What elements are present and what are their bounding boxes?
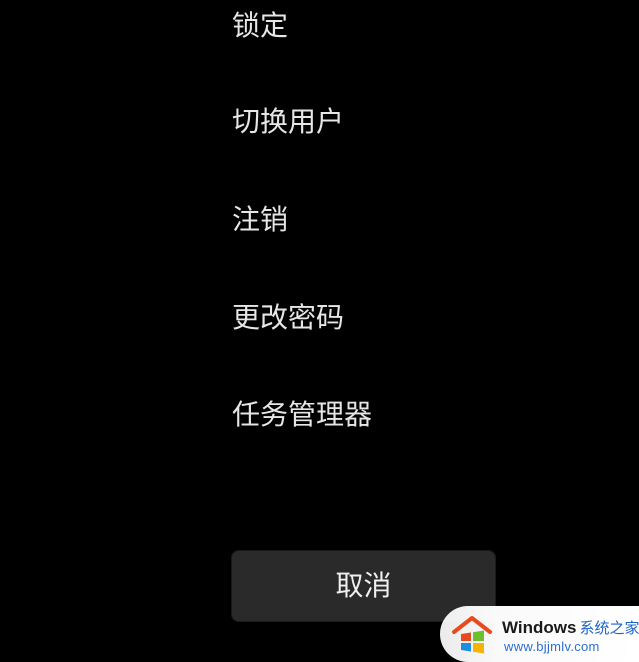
menu-item-change-password[interactable]: 更改密码 xyxy=(232,300,344,336)
menu-item-lock[interactable]: 锁定 xyxy=(232,8,288,44)
watermark-brand: Windows xyxy=(502,618,577,637)
watermark-title: Windows 系统之家 xyxy=(502,617,639,638)
watermark: Windows 系统之家 www.bjjmlv.com xyxy=(440,606,639,662)
watermark-brand-cn: 系统之家 xyxy=(579,619,639,637)
menu-item-task-manager[interactable]: 任务管理器 xyxy=(232,397,372,433)
menu-item-sign-out[interactable]: 注销 xyxy=(232,202,288,238)
menu-item-switch-user[interactable]: 切换用户 xyxy=(232,104,344,140)
watermark-url: www.bjjmlv.com xyxy=(504,639,600,654)
windows-house-logo-icon xyxy=(450,614,494,654)
ctrl-alt-del-menu: 锁定 切换用户 注销 更改密码 任务管理器 xyxy=(232,0,532,520)
